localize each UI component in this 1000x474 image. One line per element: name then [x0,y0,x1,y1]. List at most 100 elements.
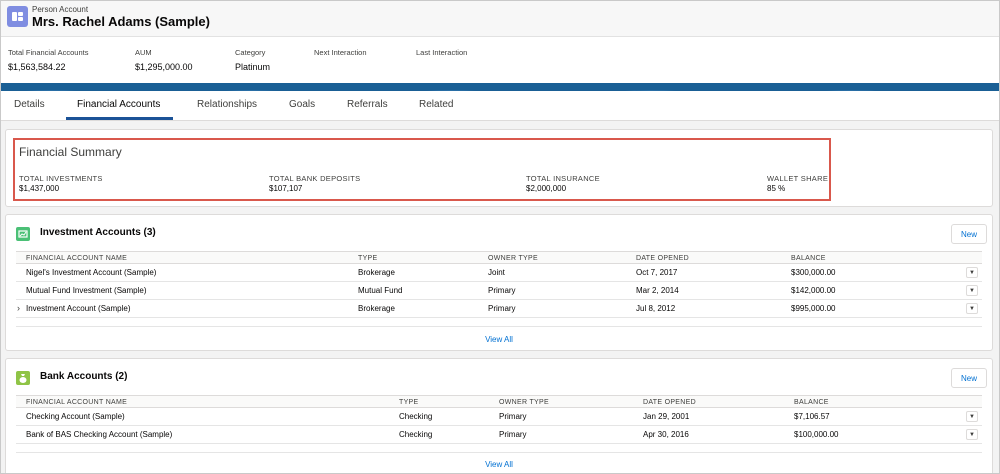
card-footer-divider [16,452,982,453]
highlight-label: Next Interaction [314,48,367,57]
summary-value: $2,000,000 [526,184,567,193]
chevron-down-icon[interactable]: ▼ [966,429,978,440]
highlight-label: Total Financial Accounts [8,48,89,57]
app-frame: Person Account Mrs. Rachel Adams (Sample… [0,0,1000,474]
highlight-label: AUM [135,48,152,57]
date-opened: Mar 2, 2014 [636,286,679,295]
account-type: Brokerage [358,304,395,313]
table-row: Mutual Fund Investment (Sample) Mutual F… [16,282,982,300]
record-type-label: Person Account [32,5,89,14]
column-header[interactable]: TYPE [358,255,377,262]
record-header: Person Account Mrs. Rachel Adams (Sample… [1,1,999,83]
tab-related[interactable]: Related [419,99,453,110]
summary-label: WALLET SHARE [767,174,829,183]
card-footer-divider [16,326,982,327]
account-type: Checking [399,430,433,439]
account-type: Mutual Fund [358,286,403,295]
summary-label: TOTAL INVESTMENTS [19,174,103,183]
account-name-link[interactable]: Nigel's Investment Account (Sample) [26,268,156,277]
owner-type: Primary [488,304,516,313]
summary-value: 85 % [767,184,786,193]
new-bank-account-button[interactable]: New [951,368,987,388]
summary-label: TOTAL INSURANCE [526,174,600,183]
highlight-last-interaction: Last Interaction [416,48,467,62]
financial-summary-highlight-box [13,138,831,201]
account-name-link[interactable]: Mutual Fund Investment (Sample) [26,286,147,295]
table-row: › Investment Account (Sample) Brokerage … [16,300,982,318]
record-name: Mrs. Rachel Adams (Sample) [32,14,210,29]
account-name-link[interactable]: Checking Account (Sample) [26,412,125,421]
tab-details[interactable]: Details [14,99,45,110]
chevron-right-icon[interactable]: › [17,303,20,313]
summary-total-bank-deposits: TOTAL BANK DEPOSITS $107,107 [269,174,360,193]
tab-referrals[interactable]: Referrals [347,99,388,110]
highlight-total-financial-accounts: Total Financial Accounts $1,563,584.22 [8,48,88,72]
column-header[interactable]: BALANCE [794,399,829,406]
highlight-label: Last Interaction [416,48,468,57]
bank-view-all-link[interactable]: View All [6,460,992,469]
balance: $7,106.57 [794,412,830,421]
owner-type: Primary [488,286,516,295]
highlight-aum: AUM $1,295,000.00 [135,48,193,72]
date-opened: Jul 8, 2012 [636,304,676,313]
highlight-value: $1,295,000.00 [135,62,193,72]
tab-relationships[interactable]: Relationships [197,99,257,110]
balance: $100,000.00 [794,430,839,439]
chevron-down-icon[interactable]: ▼ [966,285,978,296]
column-header[interactable]: DATE OPENED [636,255,689,262]
chevron-down-icon[interactable]: ▼ [966,267,978,278]
tab-goals[interactable]: Goals [289,99,315,110]
chevron-down-icon[interactable]: ▼ [966,303,978,314]
bank-table-header: FINANCIAL ACCOUNT NAME TYPE OWNER TYPE D… [16,395,982,408]
highlight-value: $1,563,584.22 [8,62,66,72]
account-type: Checking [399,412,433,421]
investment-icon [16,227,30,241]
investment-accounts-card: Investment Accounts (3) New FINANCIAL AC… [5,214,993,351]
summary-total-investments: TOTAL INVESTMENTS $1,437,000 [19,174,103,193]
summary-value: $1,437,000 [19,184,60,193]
active-tab-indicator [66,117,173,120]
column-header[interactable]: OWNER TYPE [499,399,549,406]
highlight-next-interaction: Next Interaction [314,48,367,62]
investment-accounts-title: Investment Accounts (3) [40,227,156,238]
record-header-title-bar: Person Account Mrs. Rachel Adams (Sample… [1,1,999,37]
owner-type: Primary [499,430,527,439]
bank-accounts-title: Bank Accounts (2) [40,371,128,382]
column-header[interactable]: BALANCE [791,255,826,262]
balance: $300,000.00 [791,268,836,277]
column-header[interactable]: FINANCIAL ACCOUNT NAME [26,399,127,406]
account-name-link[interactable]: Bank of BAS Checking Account (Sample) [26,430,172,439]
summary-label: TOTAL BANK DEPOSITS [269,174,361,183]
owner-type: Primary [499,412,527,421]
highlight-category: Category Platinum [235,48,270,72]
investment-view-all-link[interactable]: View All [6,335,992,344]
bank-accounts-card: Bank Accounts (2) New FINANCIAL ACCOUNT … [5,358,993,473]
summary-total-insurance: TOTAL INSURANCE $2,000,000 [526,174,600,193]
column-header[interactable]: OWNER TYPE [488,255,538,262]
bank-icon [16,371,30,385]
chevron-down-icon[interactable]: ▼ [966,411,978,422]
new-investment-account-button[interactable]: New [951,224,987,244]
date-opened: Apr 30, 2016 [643,430,689,439]
tab-financial-accounts[interactable]: Financial Accounts [77,99,160,110]
person-account-icon [7,6,28,27]
financial-summary-title: Financial Summary [19,145,122,159]
balance: $995,000.00 [791,304,836,313]
table-row: Checking Account (Sample) Checking Prima… [16,408,982,426]
highlight-label: Category [235,48,266,57]
table-row: Nigel's Investment Account (Sample) Brok… [16,264,982,282]
account-name-link[interactable]: Investment Account (Sample) [26,304,131,313]
balance: $142,000.00 [791,286,836,295]
date-opened: Oct 7, 2017 [636,268,678,277]
column-header[interactable]: TYPE [399,399,418,406]
header-decorative-stripe [1,83,999,96]
highlight-value: Platinum [235,62,271,72]
column-header[interactable]: FINANCIAL ACCOUNT NAME [26,255,127,262]
investment-table-header: FINANCIAL ACCOUNT NAME TYPE OWNER TYPE D… [16,251,982,264]
summary-wallet-share: WALLET SHARE 85 % [767,174,828,193]
date-opened: Jan 29, 2001 [643,412,690,421]
column-header[interactable]: DATE OPENED [643,399,696,406]
account-type: Brokerage [358,268,395,277]
owner-type: Joint [488,268,505,277]
summary-value: $107,107 [269,184,303,193]
